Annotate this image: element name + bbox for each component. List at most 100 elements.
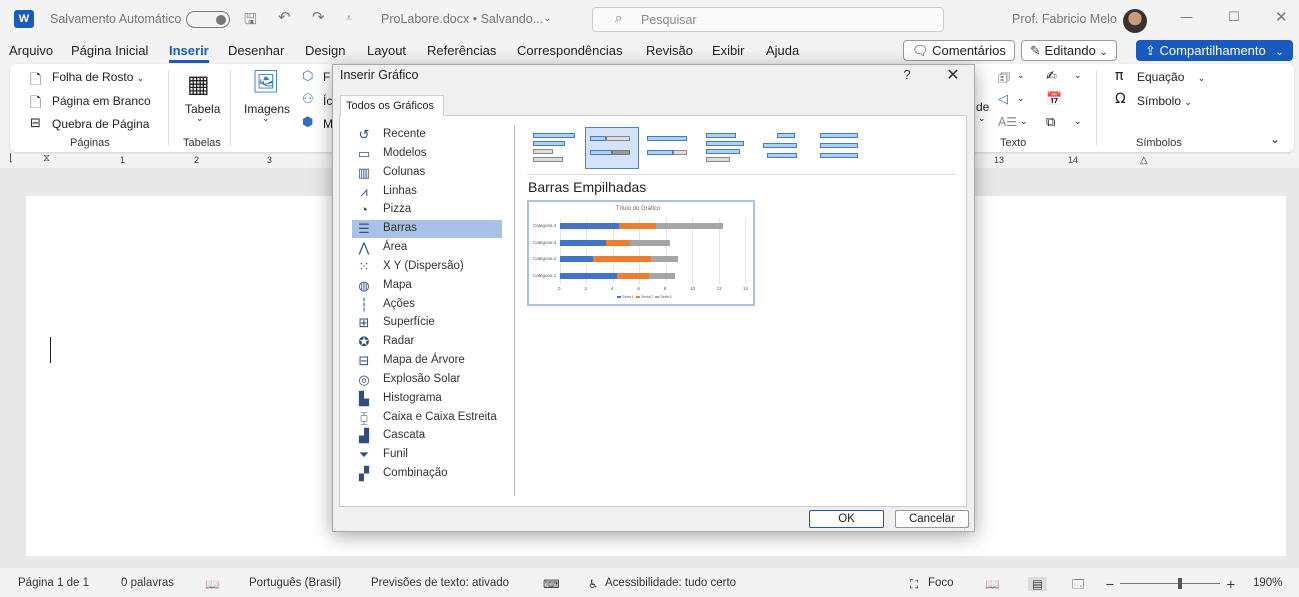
subtype-3d-clustered-bar[interactable] <box>699 127 753 169</box>
avatar[interactable] <box>1123 9 1147 33</box>
ribbon-partial-icons[interactable]: Íc <box>323 94 332 108</box>
chevron-down-icon[interactable]: ⌄ <box>1017 94 1025 104</box>
status-page[interactable]: Página 1 de 1 <box>18 577 89 589</box>
chart-type-area[interactable]: ⋀ Área <box>352 239 502 257</box>
zoom-in-icon[interactable]: + <box>1226 577 1236 591</box>
menu-revisao[interactable]: Revisão <box>646 43 693 58</box>
status-words[interactable]: 0 palavras <box>121 577 174 589</box>
menu-desenhar[interactable]: Desenhar <box>228 43 284 58</box>
menu-design[interactable]: Design <box>305 43 345 58</box>
chart-type-radar[interactable]: ✪ Radar <box>352 333 502 351</box>
subtype-3d-100-stacked-bar[interactable] <box>813 127 867 169</box>
chart-type-linhas[interactable]: ⩘ Linhas <box>352 183 502 201</box>
proofing-icon[interactable]: 📖 <box>205 577 219 591</box>
cancel-button[interactable]: Cancelar <box>895 510 969 528</box>
user-name[interactable]: Prof. Fabricio Melo <box>1012 12 1117 26</box>
status-zoom[interactable]: 190% <box>1253 577 1282 589</box>
chart-type-colunas[interactable]: ▥ Colunas <box>352 164 502 182</box>
ok-button[interactable]: OK <box>809 510 884 528</box>
dialog-close-icon[interactable]: ✕ <box>944 65 962 84</box>
chart-type-mapa[interactable]: ◍ Mapa <box>352 277 502 295</box>
subtype-clustered-bar[interactable] <box>528 127 582 169</box>
chart-type-acoes[interactable]: ┆ Ações <box>352 296 502 314</box>
help-button[interactable]: ? <box>900 67 914 82</box>
quick-parts-icon[interactable]: ◁ <box>998 92 1008 107</box>
object-icon[interactable]: ⧉ <box>1046 115 1055 130</box>
menu-referencias[interactable]: Referências <box>427 43 496 58</box>
subtype-stacked-bar[interactable] <box>585 127 639 169</box>
menu-inserir[interactable]: Inserir <box>169 43 209 63</box>
web-layout-icon[interactable]: 🗔 <box>1072 577 1084 596</box>
ribbon-partial-shapes[interactable]: F <box>323 70 330 84</box>
blank-page-button[interactable]: Página em Branco <box>52 94 151 108</box>
subtype-100-stacked-bar[interactable] <box>642 127 696 169</box>
chevron-down-icon[interactable]: ⌄ <box>1074 71 1082 81</box>
symbol-button[interactable]: Símbolo ⌄ <box>1137 94 1192 108</box>
search-box[interactable]: ⌕ Pesquisar <box>592 7 944 32</box>
track-changes-icon[interactable]: ⌨ <box>543 577 560 591</box>
date-time-icon[interactable]: 📅 <box>1046 92 1062 107</box>
zoom-slider-thumb[interactable] <box>1178 578 1182 589</box>
chevron-down-icon[interactable]: ⌄ <box>196 114 204 124</box>
equation-button[interactable]: Equação ⌄ <box>1137 70 1205 84</box>
status-accessibility[interactable]: Acessibilidade: tudo certo <box>605 577 736 589</box>
chart-type-explosao-solar[interactable]: ◎ Explosão Solar <box>352 371 502 389</box>
menu-pagina-inicial[interactable]: Página Inicial <box>71 43 148 58</box>
dropcap-icon[interactable]: A☰ <box>998 115 1017 129</box>
maximize-icon[interactable]: ☐ <box>1228 10 1240 25</box>
save-icon[interactable]: 🖫 <box>244 9 257 34</box>
indent-marker-icon[interactable]: ⧖ <box>43 153 50 164</box>
chart-type-funil[interactable]: ⏷ Funil <box>352 446 502 464</box>
chart-type-combinacao[interactable]: ▞ Combinação <box>352 465 502 483</box>
chart-type-recente[interactable]: ↺ Recente <box>352 126 502 144</box>
autosave-toggle[interactable] <box>186 11 230 28</box>
chart-type-caixa[interactable]: ⧮ Caixa e Caixa Estreita <box>352 409 502 427</box>
status-focus[interactable]: Foco <box>928 577 954 589</box>
chevron-down-icon[interactable]: ⌄ <box>262 114 270 124</box>
accessibility-icon[interactable]: ♿ <box>588 577 598 591</box>
ribbon-partial-de[interactable]: de <box>976 100 989 114</box>
menu-ajuda[interactable]: Ajuda <box>766 43 799 58</box>
comments-button[interactable]: 🗨 Comentários <box>903 40 1015 61</box>
redo-icon[interactable]: ↷ <box>312 8 325 26</box>
chevron-down-icon[interactable]: ⌄ <box>1074 117 1082 127</box>
status-predictions[interactable]: Previsões de texto: ativado <box>371 577 509 589</box>
chevron-down-icon[interactable]: ⌄ <box>543 13 551 24</box>
text-box-icon[interactable]: 🗊 <box>998 69 1010 91</box>
chart-type-barras[interactable]: ☰ Barras <box>352 220 502 238</box>
zoom-out-icon[interactable]: − <box>1105 577 1115 591</box>
chart-type-cascata[interactable]: ▟ Cascata <box>352 427 502 445</box>
subtype-3d-stacked-bar[interactable] <box>756 127 810 169</box>
document-filename[interactable]: ProLabore.docx • Salvando... <box>381 12 543 26</box>
menu-arquivo[interactable]: Arquivo <box>9 43 53 58</box>
chart-type-dispersao[interactable]: ⁙ X Y (Dispersão) <box>352 258 502 276</box>
customize-toolbar-icon[interactable]: ⩡ <box>346 13 352 24</box>
undo-icon[interactable]: ↶ <box>278 8 291 26</box>
focus-icon[interactable]: ⛶ <box>910 577 918 592</box>
tab-stop-icon[interactable]: ⌊ <box>9 153 13 164</box>
chart-type-pizza[interactable]: ◔ Pizza <box>352 201 502 219</box>
chart-type-modelos[interactable]: ▭ Modelos <box>352 145 502 163</box>
menu-correspondencias[interactable]: Correspondências <box>517 43 623 58</box>
editing-button[interactable]: ✎ Editando ⌄ <box>1021 40 1117 61</box>
chevron-down-icon[interactable]: ⌄ <box>1020 117 1028 127</box>
menu-layout[interactable]: Layout <box>367 43 406 58</box>
zoom-slider[interactable] <box>1120 583 1220 584</box>
resize-grip-icon[interactable]: ⋰ <box>963 522 971 531</box>
read-mode-icon[interactable]: 📖 <box>985 577 999 591</box>
page-break-button[interactable]: Quebra de Página <box>52 117 149 131</box>
chart-type-histograma[interactable]: ▙ Histograma <box>352 390 502 408</box>
menu-exibir[interactable]: Exibir <box>712 43 745 58</box>
tab-all-charts[interactable]: Todos os Gráficos <box>340 95 444 116</box>
status-language[interactable]: Português (Brasil) <box>249 577 341 589</box>
right-indent-marker-icon[interactable]: △ <box>1140 155 1148 166</box>
chart-type-mapa-arvore[interactable]: ⊟ Mapa de Árvore <box>352 352 502 370</box>
close-window-icon[interactable]: ✕ <box>1275 8 1288 26</box>
chevron-down-icon[interactable]: ⌄ <box>1017 71 1025 81</box>
chart-type-superficie[interactable]: ⊞ Superfície <box>352 314 502 332</box>
print-layout-icon[interactable]: ▤ <box>1028 577 1047 591</box>
minimize-icon[interactable]: — <box>1180 10 1193 25</box>
cover-page-button[interactable]: Folha de Rosto ⌄ <box>52 70 144 84</box>
share-button[interactable]: ⇪ Compartilhamento ⌄ <box>1136 40 1293 61</box>
vertical-ruler[interactable] <box>6 170 20 565</box>
